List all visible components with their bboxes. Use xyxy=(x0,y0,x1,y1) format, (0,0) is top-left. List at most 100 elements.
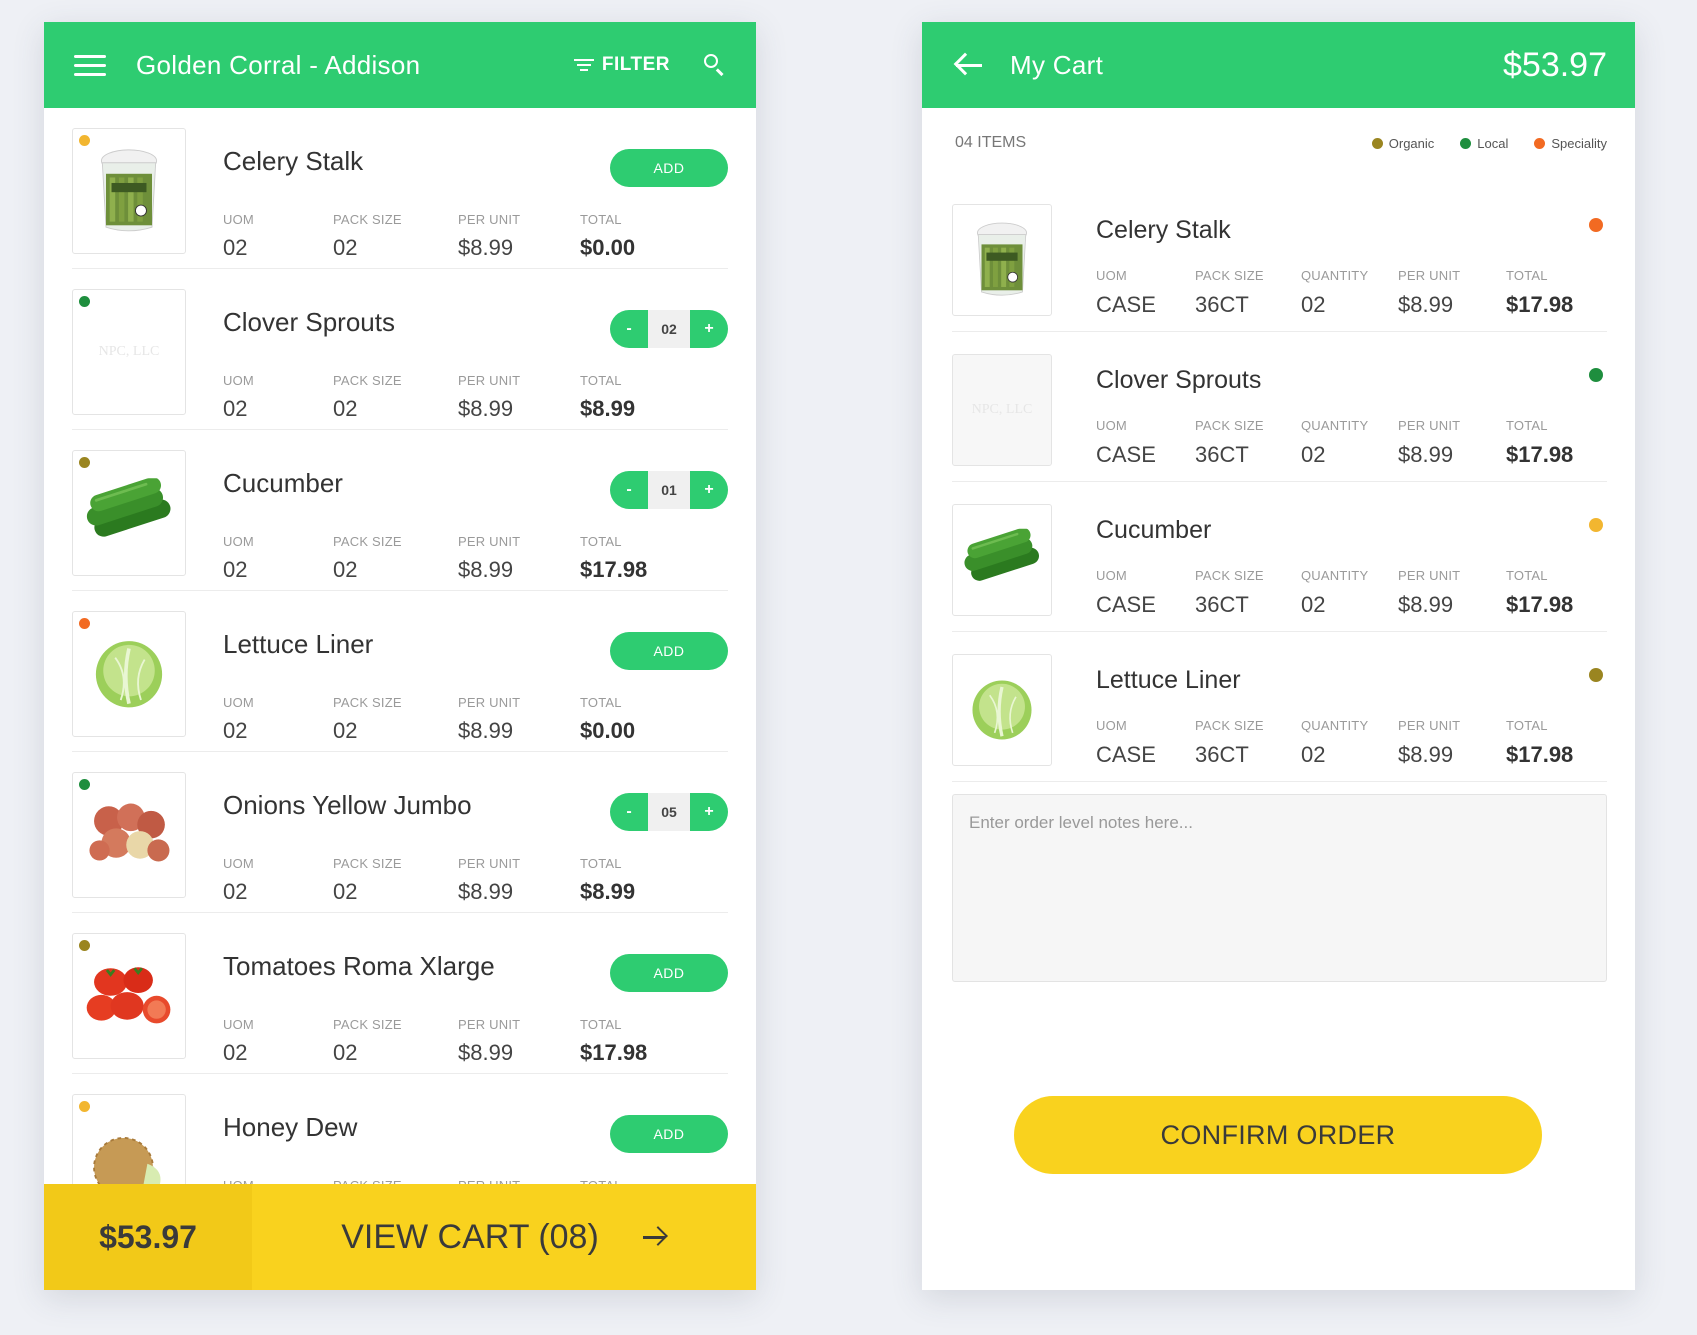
cart-item-name: Cucumber xyxy=(1096,516,1212,544)
total-field: TOTAL $17.98 xyxy=(1506,418,1573,468)
npc-placeholder-text: NPC, LLC xyxy=(971,402,1033,417)
pack-size-label: PACK SIZE xyxy=(333,534,402,549)
per-unit-field: PER UNIT $8.99 xyxy=(458,534,520,583)
product-name: Celery Stalk xyxy=(223,146,364,176)
per-unit-field: PER UNIT $8.99 xyxy=(1398,418,1460,468)
search-icon[interactable] xyxy=(704,54,726,76)
total-label: TOTAL xyxy=(1506,268,1548,283)
uom-field: UOM CASE xyxy=(1096,418,1156,468)
per-unit-label: PER UNIT xyxy=(1398,718,1461,733)
quantity-value: 01 xyxy=(648,471,690,509)
increment-button[interactable]: + xyxy=(690,310,728,348)
pack-size-value: 02 xyxy=(333,557,358,582)
filter-button[interactable]: FILTER xyxy=(573,54,670,76)
pack-size-field: PACK SIZE 36CT xyxy=(1195,268,1264,318)
per-unit-field: PER UNIT $8.99 xyxy=(458,856,520,905)
category-dot xyxy=(79,940,90,951)
total-value: $17.98 xyxy=(1506,742,1574,767)
cart-item-name: Lettuce Liner xyxy=(1096,666,1241,694)
legend-dot xyxy=(1460,138,1472,149)
quantity-label: QUANTITY xyxy=(1301,268,1369,283)
product-row: Lettuce Liner UOM 02 PACK SIZE 02 PER UNIT $8.… xyxy=(72,591,728,752)
total-field: TOTAL $0.00 xyxy=(580,695,635,744)
cart-item-image xyxy=(952,204,1052,316)
order-notes-input[interactable] xyxy=(952,794,1607,982)
quantity-value: 02 xyxy=(648,310,690,348)
uom-value: CASE xyxy=(1096,292,1156,317)
cucumber-image xyxy=(83,477,175,547)
uom-field: UOM CASE xyxy=(1096,268,1156,318)
quantity-stepper[interactable]: -05 + xyxy=(610,793,728,831)
confirm-order-button[interactable]: CONFIRM ORDER xyxy=(1014,1096,1542,1174)
pack-size-field: PACK SIZE 02 xyxy=(333,856,402,905)
per-unit-label: PER UNIT xyxy=(458,1017,521,1032)
uom-field: UOM 02 xyxy=(223,695,254,744)
total-value: $8.99 xyxy=(580,396,636,421)
cart-item-image: NPC, LLC xyxy=(952,354,1052,466)
product-row: Onions Yellow Jumbo UOM 02 PACK SIZE 02 PER U… xyxy=(72,752,728,913)
decrement-button[interactable]: - xyxy=(610,310,648,348)
total-label: TOTAL xyxy=(580,373,622,388)
per-unit-value: $8.99 xyxy=(458,718,514,743)
legend-dot xyxy=(1371,138,1383,149)
uom-label: UOM xyxy=(223,695,254,710)
total-field: TOTAL $0.00 xyxy=(580,212,635,261)
per-unit-label: PER UNIT xyxy=(458,212,521,227)
increment-button[interactable]: + xyxy=(690,471,728,509)
per-unit-field: PER UNIT $8.99 xyxy=(458,1017,520,1066)
back-arrow-icon[interactable] xyxy=(953,52,982,77)
uom-label: UOM xyxy=(1096,718,1127,733)
quantity-stepper[interactable]: -02 + xyxy=(610,310,728,348)
total-field: TOTAL $8.99 xyxy=(580,373,635,422)
pack-size-field: PACK SIZE 02 xyxy=(333,534,402,583)
product-image xyxy=(72,450,186,576)
pack-size-value: 02 xyxy=(333,235,358,260)
category-dot xyxy=(1589,368,1603,382)
decrement-button[interactable]: - xyxy=(610,793,648,831)
hamburger-icon[interactable] xyxy=(74,54,106,76)
add-button[interactable]: ADD xyxy=(610,1115,728,1153)
uom-field: UOM 02 xyxy=(223,1017,254,1066)
legend-item: Organic xyxy=(1371,136,1434,151)
filter-icon xyxy=(573,59,594,71)
lettuce-image xyxy=(88,630,171,718)
uom-field: UOM 02 xyxy=(223,373,254,422)
add-button[interactable]: ADD xyxy=(610,149,728,187)
decrement-button[interactable]: - xyxy=(610,471,648,509)
per-unit-label: PER UNIT xyxy=(458,534,521,549)
uom-field: UOM 02 xyxy=(223,534,254,583)
category-dot xyxy=(1589,668,1603,682)
pack-size-value: 02 xyxy=(333,879,358,904)
pack-size-label: PACK SIZE xyxy=(333,373,402,388)
pack-size-label: PACK SIZE xyxy=(333,856,402,871)
per-unit-field: PER UNIT $8.99 xyxy=(1398,568,1460,618)
category-dot xyxy=(79,1101,90,1112)
uom-field: UOM CASE xyxy=(1096,568,1156,618)
page-title: My Cart xyxy=(1010,49,1104,80)
total-value: $17.98 xyxy=(580,1040,648,1065)
category-dot xyxy=(79,135,90,146)
quantity-stepper[interactable]: -01 + xyxy=(610,471,728,509)
total-label: TOTAL xyxy=(1506,718,1548,733)
add-button[interactable]: ADD xyxy=(610,954,728,992)
cart-item-name: Celery Stalk xyxy=(1096,216,1231,244)
pack-size-value: 02 xyxy=(333,1040,358,1065)
product-row: Honey DewUOMPACK SIZEPER UNITTOTALADD xyxy=(72,1074,728,1184)
increment-button[interactable]: + xyxy=(690,793,728,831)
total-field: TOTAL $17.98 xyxy=(580,1017,647,1066)
honeydew-image xyxy=(83,1109,175,1184)
view-cart-button[interactable]: VIEW CART (08) xyxy=(252,1184,756,1290)
pack-size-label: PACK SIZE xyxy=(1195,568,1264,583)
total-label: TOTAL xyxy=(580,695,622,710)
product-name: Clover Sprouts xyxy=(223,307,395,337)
per-unit-value: $8.99 xyxy=(458,1040,514,1065)
pack-size-field: PACK SIZE 02 xyxy=(333,695,402,744)
total-value: $0.00 xyxy=(580,235,636,260)
pack-size-field: PACK SIZE 36CT xyxy=(1195,568,1264,618)
total-label: TOTAL xyxy=(580,534,622,549)
add-button[interactable]: ADD xyxy=(610,632,728,670)
pack-size-field: PACK SIZE 36CT xyxy=(1195,418,1264,468)
pack-size-value: 02 xyxy=(333,396,358,421)
cart-meta: 04 ITEMS Organic Local Speciality xyxy=(955,134,1607,158)
per-unit-field: PER UNIT $8.99 xyxy=(458,373,520,422)
